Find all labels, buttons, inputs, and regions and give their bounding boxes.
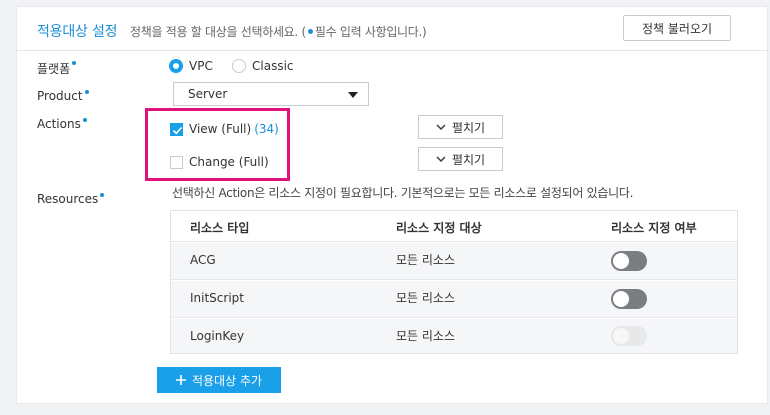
radio-label: VPC — [189, 59, 213, 73]
add-target-label: 적용대상 추가 — [191, 373, 263, 388]
actions-label-text: Actions — [37, 117, 81, 131]
row-resource-type: InitScript — [190, 291, 244, 305]
row-resource-target: 모든 리소스 — [396, 329, 456, 343]
product-select-value: Server — [188, 87, 228, 101]
caret-down-icon — [348, 92, 358, 98]
table-row: ACG 모든 리소스 — [171, 243, 737, 280]
required-dot-icon — [307, 29, 313, 34]
action-checkbox-change-full[interactable]: Change (Full) — [170, 155, 269, 169]
table-header: 리소스 타입 리소스 지정 대상 리소스 지정 여부 — [171, 211, 737, 242]
resource-assign-toggle[interactable] — [611, 289, 647, 309]
radio-label: Classic — [252, 59, 294, 73]
platform-label-text: 플랫폼 — [37, 62, 71, 76]
platform-radio-vpc[interactable]: VPC — [169, 59, 213, 73]
table-row: LoginKey 모든 리소스 — [171, 319, 737, 353]
required-dot-icon — [72, 61, 77, 65]
resources-table: 리소스 타입 리소스 지정 대상 리소스 지정 여부 ACG 모든 리소스 In… — [170, 210, 738, 354]
product-label: Product — [37, 89, 89, 103]
expand-change-full-button[interactable]: 펼치기 — [418, 147, 503, 171]
checkbox-unchecked-icon — [170, 155, 183, 169]
platform-radio-classic[interactable]: Classic — [232, 59, 294, 73]
header-resource-target: 리소스 지정 대상 — [396, 221, 482, 235]
row-resource-type: ACG — [190, 253, 216, 267]
expand-label: 펼치기 — [451, 152, 486, 167]
platform-label: 플랫폼 — [37, 60, 77, 77]
actions-highlight-box — [145, 108, 290, 181]
action-label: Change (Full) — [189, 155, 269, 169]
table-row: InitScript 모든 리소스 — [171, 281, 737, 318]
panel-header: 적용대상 설정 정책을 적용 할 대상을 선택하세요. ( 필수 입력 사항입니다… — [17, 7, 767, 51]
actions-label: Actions — [37, 117, 87, 131]
resource-assign-toggle-disabled — [611, 326, 647, 346]
page-title: 적용대상 설정 — [37, 24, 118, 40]
subtitle-text-before: 정책을 적용 할 대상을 선택하세요. ( — [130, 25, 306, 39]
radio-unselected-icon — [232, 59, 246, 73]
header-resource-type: 리소스 타입 — [190, 221, 250, 235]
target-settings-panel: 적용대상 설정 정책을 적용 할 대상을 선택하세요. ( 필수 입력 사항입니다… — [16, 6, 768, 404]
required-dot-icon — [82, 118, 87, 122]
product-select[interactable]: Server — [173, 82, 369, 106]
toggle-knob — [613, 253, 629, 269]
subtitle-text-after: 필수 입력 사항입니다.) — [314, 25, 427, 39]
row-resource-target: 모든 리소스 — [396, 253, 456, 267]
import-policy-button[interactable]: 정책 불러오기 — [623, 15, 731, 41]
action-label: View (Full) — [189, 122, 252, 136]
row-resource-target: 모든 리소스 — [396, 291, 456, 305]
chevron-down-icon — [436, 124, 446, 130]
resources-label: Resources — [37, 192, 105, 206]
plus-icon — [175, 375, 186, 385]
radio-selected-icon — [169, 59, 183, 73]
header-resource-assign: 리소스 지정 여부 — [611, 221, 697, 235]
row-resource-type: LoginKey — [190, 329, 245, 343]
product-label-text: Product — [37, 89, 83, 103]
resources-label-text: Resources — [37, 192, 99, 206]
required-dot-icon — [84, 90, 89, 94]
expand-label: 펼치기 — [451, 120, 486, 135]
chevron-down-icon — [436, 156, 446, 162]
checkbox-checked-icon — [170, 122, 183, 136]
resources-note: 선택하신 Action은 리소스 지정이 필요합니다. 기본적으로는 모든 리소… — [172, 186, 634, 200]
resource-assign-toggle[interactable] — [611, 251, 647, 271]
page-subtitle: 정책을 적용 할 대상을 선택하세요. ( 필수 입력 사항입니다.) — [130, 23, 427, 40]
expand-view-full-button[interactable]: 펼치기 — [418, 115, 503, 139]
action-count: (34) — [254, 122, 279, 136]
required-dot-icon — [100, 193, 105, 197]
add-target-button[interactable]: 적용대상 추가 — [157, 367, 281, 393]
action-checkbox-view-full[interactable]: View (Full) (34) — [170, 122, 279, 136]
toggle-knob — [613, 328, 629, 344]
toggle-knob — [613, 291, 629, 307]
